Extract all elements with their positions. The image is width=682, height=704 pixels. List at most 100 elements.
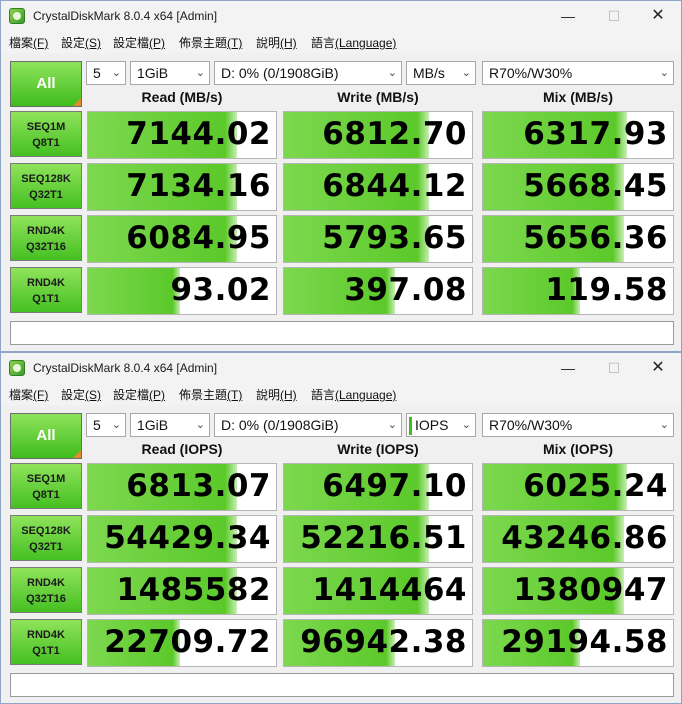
run-all-button[interactable]: All [10,413,82,459]
test-seq128k-q32t1-button[interactable]: SEQ128K Q32T1 [10,163,82,209]
test-seq1m-q8t1-button[interactable]: SEQ1M Q8T1 [10,463,82,509]
menu-settings[interactable]: 設定(S) [61,34,101,51]
menu-accelerator: (S) [85,388,102,402]
result-read: 93.02 [87,267,277,315]
result-value: 1485582 [116,572,271,608]
mix-profile-select[interactable]: R70%/W30% ⌄ [482,413,674,437]
mix-column-header: Mix (IOPS) [542,441,613,457]
test-queue: Q8T1 [32,489,60,501]
selected-value: 5 [93,417,101,433]
title-bar[interactable]: CrystalDiskMark 8.0.4 x64 [Admin] — ☐ ✕ [1,1,681,31]
selected-value: IOPS [415,417,449,433]
test-count-select[interactable]: 5 ⌄ [86,413,126,437]
result-mix: 6317.93 [482,111,674,159]
menu-accelerator: (T) [227,36,243,50]
chevron-down-icon: ⌄ [195,419,205,431]
comment-input[interactable] [10,321,674,345]
result-read: 22709.72 [87,619,277,667]
minimize-icon[interactable]: — [545,353,591,383]
menu-language[interactable]: 語言(Language) [311,34,396,51]
result-mix: 5656.36 [482,215,674,263]
menu-help[interactable]: 說明(H) [256,34,297,51]
result-value: 6317.93 [523,116,668,152]
menu-label: 檔案 [9,388,34,402]
menu-label: 語言 [311,388,336,402]
selected-value: 1GiB [137,417,169,433]
test-size-select[interactable]: 1GiB ⌄ [130,413,210,437]
result-value: 93.02 [170,272,271,308]
test-name: RND4K [27,225,65,237]
menu-help[interactable]: 說明(H) [256,386,297,403]
result-write: 6497.10 [283,463,473,511]
test-rnd4k-q1t1-button[interactable]: RND4K Q1T1 [10,619,82,665]
chevron-down-icon: ⌄ [111,419,121,431]
test-rnd4k-q32t16-button[interactable]: RND4K Q32T16 [10,567,82,613]
result-mix: 119.58 [482,267,674,315]
menu-theme[interactable]: 佈景主題(T) [179,34,242,51]
menu-theme[interactable]: 佈景主題(T) [179,386,242,403]
focus-caret-icon [409,417,412,436]
close-icon[interactable]: ✕ [635,353,681,383]
crystaldiskmark-window-mbps: CrystalDiskMark 8.0.4 x64 [Admin] — ☐ ✕ … [0,0,682,352]
selected-value: MB/s [413,65,445,81]
menu-file[interactable]: 檔案(F) [9,34,48,51]
drive-select[interactable]: D: 0% (0/1908GiB) ⌄ [214,61,402,85]
unit-select[interactable]: MB/s ⌄ [406,61,476,85]
menu-accelerator: (F) [33,388,49,402]
menu-file[interactable]: 檔案(F) [9,386,48,403]
test-seq128k-q32t1-button[interactable]: SEQ128K Q32T1 [10,515,82,561]
mix-column-header: Mix (MB/s) [543,89,613,105]
result-value: 7144.02 [126,116,271,152]
result-mix: 6025.24 [482,463,674,511]
test-rnd4k-q32t16-button[interactable]: RND4K Q32T16 [10,215,82,261]
menu-label: 佈景主題 [179,388,228,402]
result-value: 1414464 [312,572,467,608]
mix-profile-select[interactable]: R70%/W30% ⌄ [482,61,674,85]
test-queue: Q32T16 [26,593,66,605]
menu-profile[interactable]: 設定檔(P) [113,386,165,403]
test-size-select[interactable]: 1GiB ⌄ [130,61,210,85]
title-bar[interactable]: CrystalDiskMark 8.0.4 x64 [Admin] — ☐ ✕ [1,353,681,383]
result-value: 6813.07 [126,468,271,504]
result-read: 54429.34 [87,515,277,563]
close-icon[interactable]: ✕ [635,1,681,31]
chevron-down-icon: ⌄ [387,67,397,79]
menu-accelerator: (Language) [335,388,397,402]
selected-value: 1GiB [137,65,169,81]
result-read: 1485582 [87,567,277,615]
crystaldiskmark-icon [9,8,25,24]
test-seq1m-q8t1-button[interactable]: SEQ1M Q8T1 [10,111,82,157]
maximize-icon[interactable]: ☐ [591,353,637,383]
result-mix: 29194.58 [482,619,674,667]
run-all-button[interactable]: All [10,61,82,107]
test-name: RND4K [27,577,65,589]
menu-profile[interactable]: 設定檔(P) [113,34,165,51]
result-value: 29194.58 [501,624,668,660]
test-count-select[interactable]: 5 ⌄ [86,61,126,85]
test-rnd4k-q1t1-button[interactable]: RND4K Q1T1 [10,267,82,313]
menu-settings[interactable]: 設定(S) [61,386,101,403]
result-value: 1380947 [513,572,668,608]
benchmark-panel: All 5 ⌄ 1GiB ⌄ D: 0% (0/1908GiB) ⌄ IOPS ⌄ R7… [1,405,681,703]
drive-select[interactable]: D: 0% (0/1908GiB) ⌄ [214,413,402,437]
test-name: SEQ128K [21,173,71,185]
result-write: 52216.51 [283,515,473,563]
comment-input[interactable] [10,673,674,697]
result-value: 5656.36 [523,220,668,256]
menu-accelerator: (T) [227,388,243,402]
selected-value: D: 0% (0/1908GiB) [221,65,339,81]
test-name: SEQ1M [26,473,66,485]
minimize-icon[interactable]: — [545,1,591,31]
selected-value: D: 0% (0/1908GiB) [221,417,339,433]
result-value: 6812.70 [322,116,467,152]
unit-select[interactable]: IOPS ⌄ [406,413,476,437]
result-write: 96942.38 [283,619,473,667]
selected-value: R70%/W30% [489,417,573,433]
menu-language[interactable]: 語言(Language) [311,386,396,403]
result-value: 397.08 [344,272,467,308]
result-value: 22709.72 [104,624,271,660]
menu-bar: 檔案(F) 設定(S) 設定檔(P) 佈景主題(T) 說明(H) 語言(Lang… [1,31,681,53]
maximize-icon[interactable]: ☐ [591,1,637,31]
menu-accelerator: (P) [149,36,166,50]
result-value: 54429.34 [104,520,271,556]
